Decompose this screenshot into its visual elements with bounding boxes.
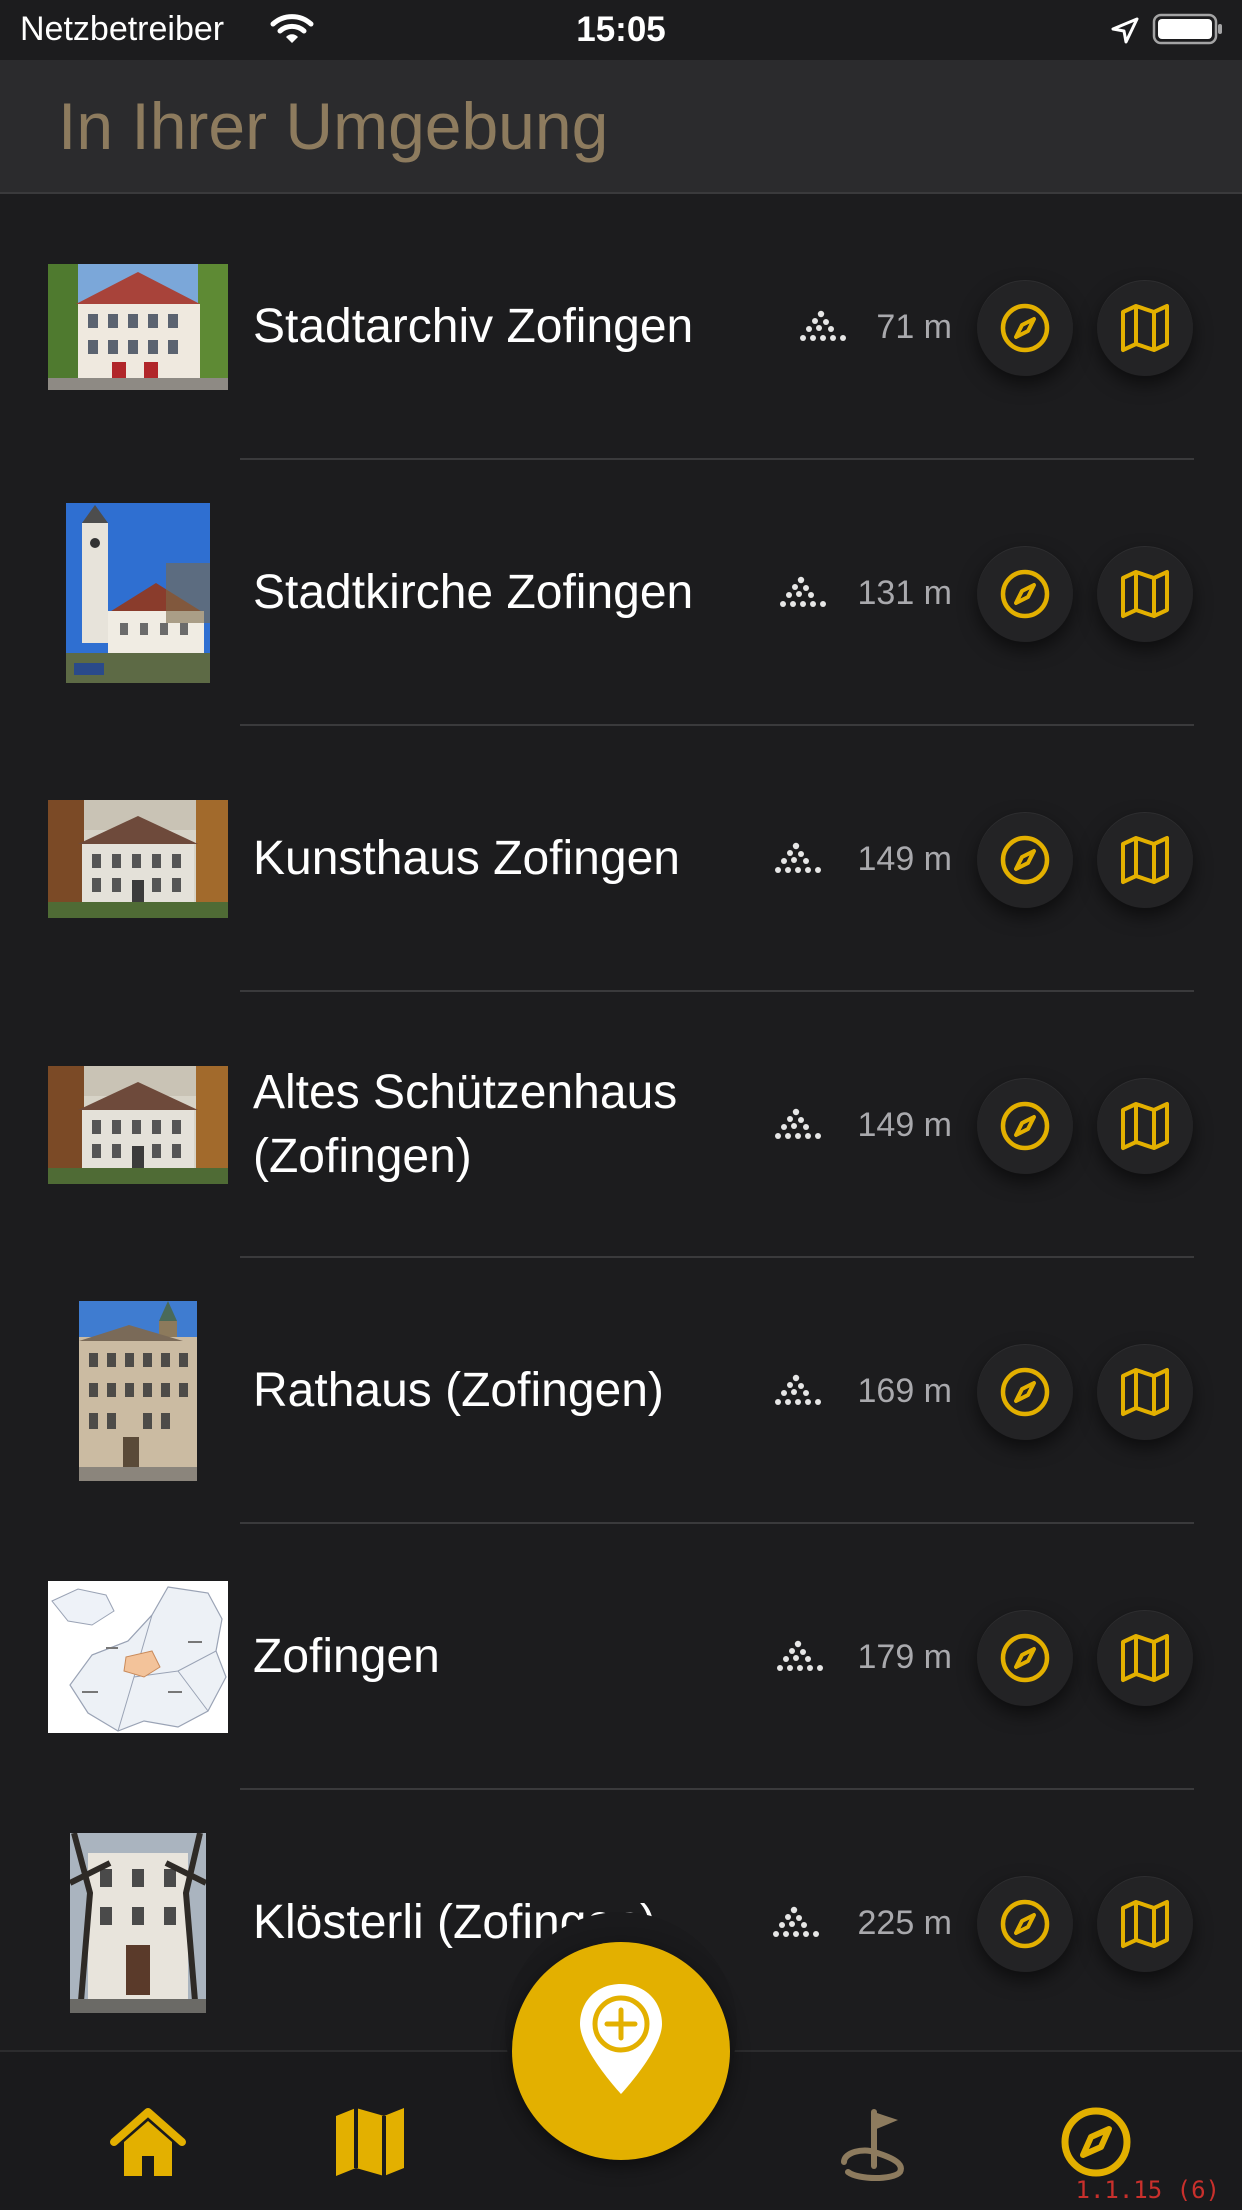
place-distance: 149 m	[857, 839, 953, 878]
list-item[interactable]: Altes Schützenhaus (Zofingen) 149 m	[0, 992, 1242, 1258]
place-photo	[48, 1066, 228, 1184]
place-distance: 169 m	[857, 1371, 953, 1410]
nav-header: In Ihrer Umgebung	[0, 60, 1242, 194]
map-icon	[1117, 1098, 1173, 1154]
place-title: Altes Schützenhaus (Zofingen)	[253, 1066, 678, 1183]
list-item[interactable]: Stadtarchiv Zofingen 71 m	[0, 194, 1242, 460]
place-title: Rathaus (Zofingen)	[253, 1364, 664, 1417]
compass-icon	[997, 300, 1053, 356]
list-item[interactable]: Rathaus (Zofingen) 169 m	[0, 1258, 1242, 1524]
list-item[interactable]: Zofingen 179 m	[0, 1524, 1242, 1790]
map-icon[interactable]	[330, 2102, 410, 2182]
place-photo	[79, 1301, 197, 1481]
add-location-button[interactable]	[512, 1942, 730, 2160]
battery-icon	[1152, 13, 1222, 45]
place-distance: 149 m	[857, 1105, 953, 1144]
place-photo	[66, 503, 210, 683]
map-icon	[1117, 1896, 1173, 1952]
list-item[interactable]: Stadtkirche Zofingen 131 m	[0, 460, 1242, 726]
place-distance: 179 m	[857, 1637, 953, 1676]
page-title: In Ihrer Umgebung	[58, 89, 609, 163]
map-button[interactable]	[1097, 546, 1193, 642]
place-photo	[70, 1833, 206, 2013]
compass-icon	[997, 1098, 1053, 1154]
compass-button[interactable]	[977, 546, 1073, 642]
map-button[interactable]	[1097, 1344, 1193, 1440]
compass-button[interactable]	[977, 1876, 1073, 1972]
place-photo	[48, 264, 228, 390]
compass-icon	[997, 1364, 1053, 1420]
place-distance: 131 m	[857, 573, 953, 612]
place-title: Kunsthaus Zofingen	[253, 832, 680, 885]
compass-icon	[997, 566, 1053, 622]
place-distance: 225 m	[857, 1903, 953, 1942]
home-icon[interactable]	[108, 2102, 188, 2182]
compass-button[interactable]	[977, 1610, 1073, 1706]
map-button[interactable]	[1097, 280, 1193, 376]
map-icon	[1117, 1364, 1173, 1420]
place-thumbnail	[48, 726, 228, 992]
compass-button[interactable]	[977, 812, 1073, 908]
place-thumbnail	[48, 460, 228, 726]
version-label: 1.1.15 (6)	[1075, 2176, 1221, 2204]
map-button[interactable]	[1097, 1876, 1193, 1972]
place-photo	[48, 800, 228, 918]
place-title: Zofingen	[253, 1630, 440, 1683]
place-thumbnail	[48, 1790, 228, 2050]
location-arrow-icon	[1111, 17, 1139, 44]
place-thumbnail	[48, 1524, 228, 1790]
compass-icon[interactable]	[1056, 2102, 1136, 2182]
place-title: Stadtkirche Zofingen	[253, 566, 694, 619]
map-button[interactable]	[1097, 1610, 1193, 1706]
place-thumbnail	[48, 194, 228, 460]
clock: 15:05	[576, 10, 666, 49]
add-location-icon	[580, 1984, 662, 2094]
tour-flag-icon[interactable]	[834, 2102, 914, 2182]
map-button[interactable]	[1097, 1078, 1193, 1174]
place-thumbnail	[48, 992, 228, 1258]
compass-icon	[997, 1630, 1053, 1686]
compass-icon	[997, 832, 1053, 888]
map-button[interactable]	[1097, 812, 1193, 908]
list-item[interactable]: Kunsthaus Zofingen 149 m	[0, 726, 1242, 992]
status-bar: Netzbetreiber 15:05	[0, 0, 1242, 60]
place-distance: 71 m	[876, 307, 952, 346]
place-photo	[48, 1581, 228, 1733]
compass-button[interactable]	[977, 1344, 1073, 1440]
map-icon	[1117, 832, 1173, 888]
place-thumbnail	[48, 1258, 228, 1524]
compass-button[interactable]	[977, 1078, 1073, 1174]
map-icon	[1117, 566, 1173, 622]
compass-button[interactable]	[977, 280, 1073, 376]
map-icon	[1117, 300, 1173, 356]
places-list[interactable]: Stadtarchiv Zofingen 71 m Stadtkirche Zo…	[0, 194, 1242, 2050]
place-title: Stadtarchiv Zofingen	[253, 300, 694, 353]
map-icon	[1117, 1630, 1173, 1686]
compass-icon	[997, 1896, 1053, 1952]
